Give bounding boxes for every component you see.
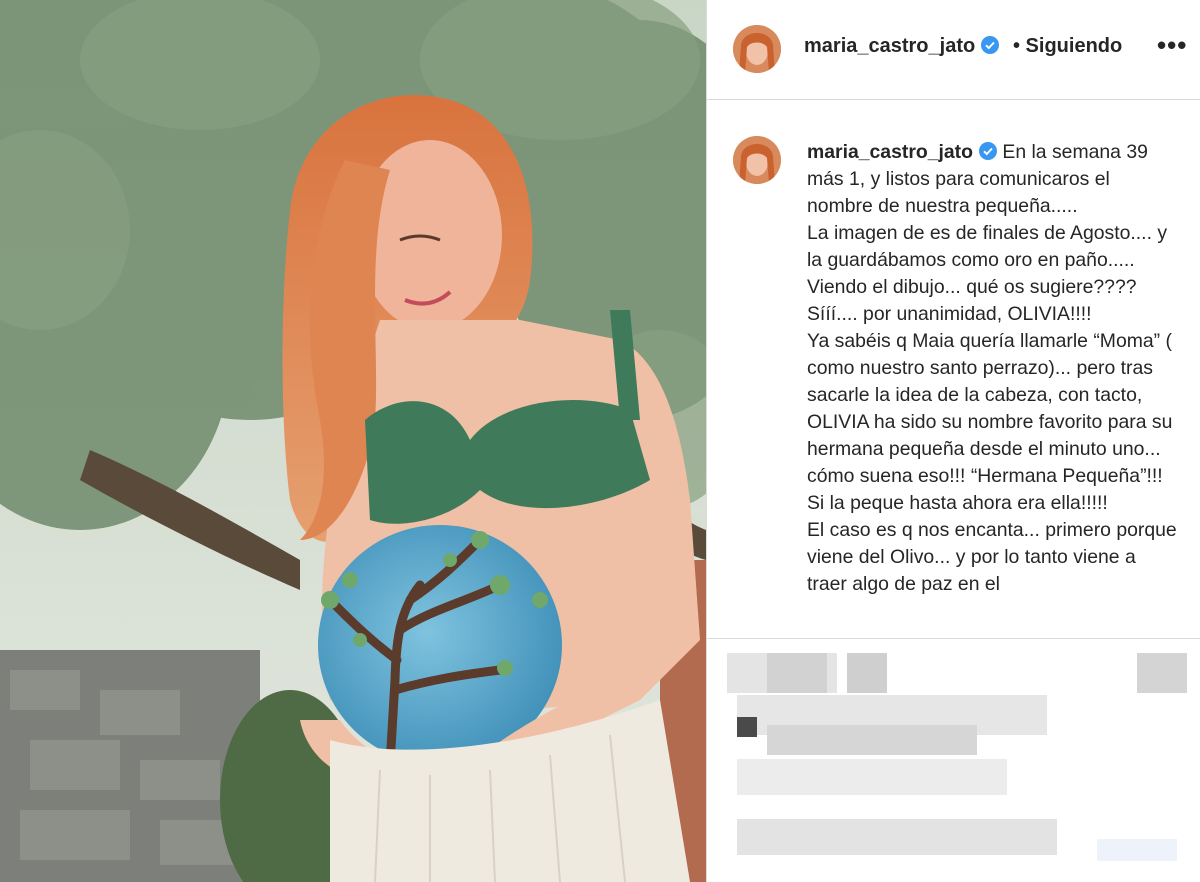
comments-area[interactable]: maria_castro_jato En la semana 39 más 1,… bbox=[707, 100, 1200, 638]
post-header: maria_castro_jato • Siguiendo ••• bbox=[707, 0, 1200, 100]
caption-line: La imagen de es de finales de Agosto....… bbox=[807, 222, 1168, 271]
username-link[interactable]: maria_castro_jato bbox=[804, 35, 1000, 58]
more-horizontal-icon[interactable]: ••• bbox=[1157, 30, 1187, 61]
verified-badge-icon bbox=[981, 36, 1000, 54]
caption-username[interactable]: maria_castro_jato bbox=[807, 141, 973, 163]
caption-line: Ya sabéis q Maia quería llamarle “Moma” … bbox=[807, 330, 1173, 514]
post-photo bbox=[0, 0, 706, 882]
verified-badge-icon bbox=[979, 142, 997, 160]
post-caption: maria_castro_jato En la semana 39 más 1,… bbox=[807, 139, 1179, 598]
avatar[interactable] bbox=[733, 25, 781, 73]
caption-line: Viendo el dibujo... qué os sugiere???? bbox=[807, 276, 1137, 298]
caption-line: El caso es q nos encanta... primero porq… bbox=[807, 519, 1177, 595]
post-sidebar: maria_castro_jato • Siguiendo ••• maria_… bbox=[706, 0, 1200, 882]
blurred-actions-area bbox=[707, 638, 1200, 882]
following-button[interactable]: • Siguiendo bbox=[1013, 35, 1122, 58]
caption-line: Sííí.... por unanimidad, OLIVIA!!!! bbox=[807, 303, 1092, 325]
avatar[interactable] bbox=[733, 136, 781, 184]
post-image[interactable] bbox=[0, 0, 706, 882]
